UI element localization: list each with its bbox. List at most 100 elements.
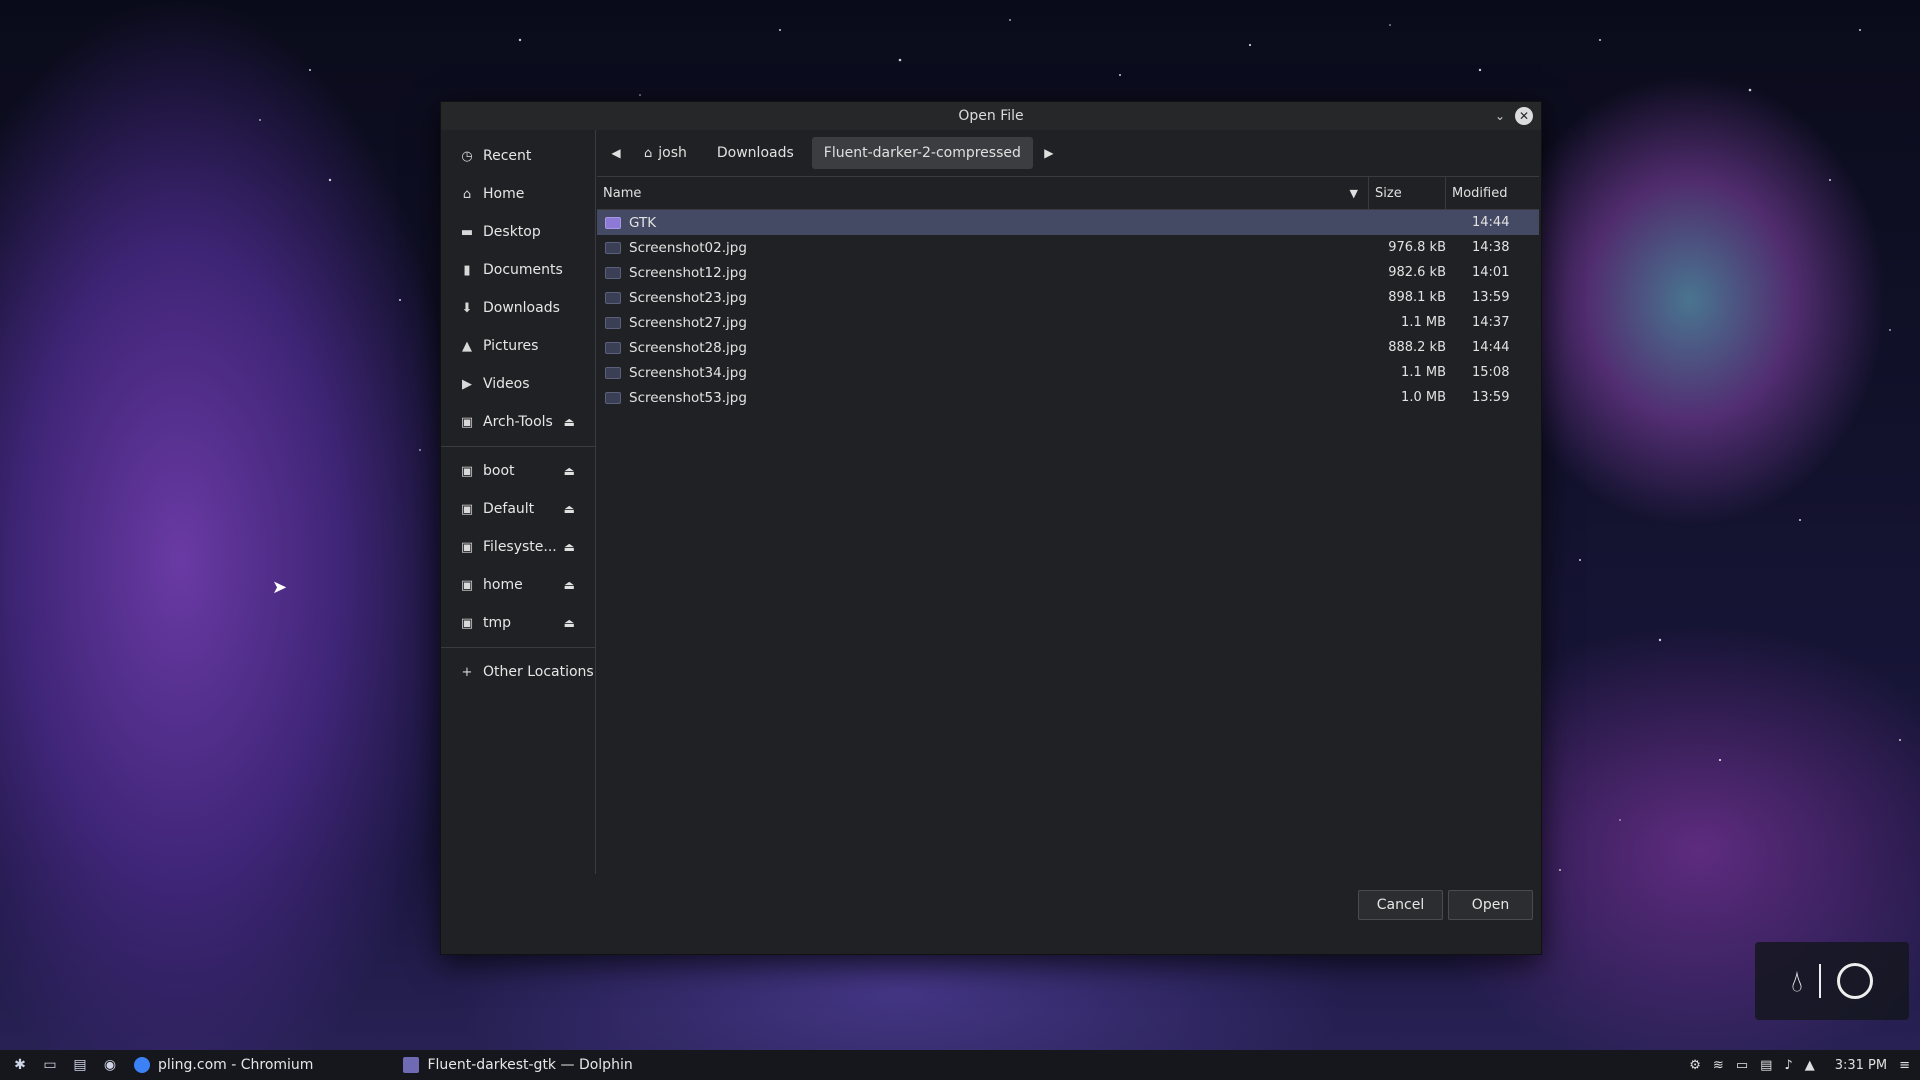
- eject-icon[interactable]: ⏏: [564, 540, 575, 554]
- sidebar-item-label: Documents: [483, 262, 563, 278]
- path-bar: ◀ ⌂ josh Downloads Fluent-darker-2-compre…: [596, 130, 1541, 176]
- close-button[interactable]: ✕: [1515, 107, 1533, 125]
- taskbar: ✱ ▭ ▤ ◉ pling.com - Chromium Fluent-dark…: [0, 1050, 1920, 1080]
- file-row[interactable]: Screenshot02.jpg 976.8 kB 14:38: [597, 235, 1539, 260]
- folder-icon: [605, 216, 621, 229]
- dolphin-icon: [403, 1057, 420, 1073]
- sidebar-item-documents[interactable]: ▮ Documents: [441, 251, 595, 289]
- file-size: 1.0 MB: [1401, 390, 1446, 405]
- sidebar-item-home[interactable]: ⌂ Home: [441, 175, 595, 213]
- file-name-cell: Screenshot27.jpg: [597, 315, 1369, 331]
- file-modified: 14:01: [1472, 265, 1510, 280]
- file-size: 976.8 kB: [1388, 240, 1446, 255]
- file-row[interactable]: Screenshot23.jpg 898.1 kB 13:59: [597, 285, 1539, 310]
- eject-icon[interactable]: ⏏: [564, 415, 575, 429]
- menu-icon[interactable]: ≡: [1899, 1058, 1910, 1073]
- crumb-current-folder[interactable]: Fluent-darker-2-compressed: [811, 137, 1033, 169]
- file-size: 1.1 MB: [1401, 365, 1446, 380]
- task-chromium[interactable]: pling.com - Chromium: [134, 1057, 313, 1073]
- file-row[interactable]: Screenshot28.jpg 888.2 kB 14:44: [597, 335, 1539, 360]
- sidebar-item-label: Default: [483, 501, 535, 517]
- places-sidebar: ◷ Recent ⌂ Home ▬ Desktop ▮ Documents ⬇ Downl…: [441, 130, 596, 874]
- browser-icon[interactable]: ◉: [100, 1055, 120, 1075]
- image-file-icon: [605, 241, 621, 254]
- file-manager-icon[interactable]: ▤: [70, 1055, 90, 1075]
- column-modified-header[interactable]: Modified: [1446, 177, 1507, 209]
- sidebar-item-home-mount[interactable]: ▣ home ⏏: [441, 566, 595, 604]
- sidebar-item-boot[interactable]: ▣ boot ⏏: [441, 452, 595, 490]
- file-modified: 14:37: [1472, 315, 1510, 330]
- sidebar-item-filesystem[interactable]: ▣ Filesyste... ⏏: [441, 528, 595, 566]
- video-icon: ▶: [462, 376, 472, 392]
- column-name-header[interactable]: Name ▼: [597, 177, 1369, 209]
- file-name-cell: GTK: [597, 215, 1369, 231]
- tray-expand-icon[interactable]: ▲: [1805, 1058, 1815, 1073]
- file-name: Screenshot12.jpg: [629, 264, 747, 281]
- file-name: Screenshot23.jpg: [629, 289, 747, 306]
- cancel-button[interactable]: Cancel: [1358, 890, 1443, 920]
- file-row[interactable]: Screenshot34.jpg 1.1 MB 15:08: [597, 360, 1539, 385]
- file-row[interactable]: GTK 14:44: [597, 210, 1539, 235]
- file-row[interactable]: Screenshot12.jpg 982.6 kB 14:01: [597, 260, 1539, 285]
- clock[interactable]: 3:31 PM: [1835, 1058, 1887, 1073]
- sidebar-item-arch-tools[interactable]: ▣ Arch-Tools ⏏: [441, 403, 595, 441]
- file-name-cell: Screenshot02.jpg: [597, 240, 1369, 256]
- sidebar-item-other-locations[interactable]: + Other Locations: [441, 653, 595, 691]
- crumb-downloads[interactable]: Downloads: [705, 137, 806, 169]
- file-modified: 14:38: [1472, 240, 1510, 255]
- drive-icon: ▣: [460, 577, 474, 593]
- sidebar-item-label: Other Locations: [483, 664, 594, 680]
- sidebar-item-label: boot: [483, 463, 515, 479]
- file-name: Screenshot27.jpg: [629, 314, 747, 331]
- file-size: 982.6 kB: [1388, 265, 1446, 280]
- desktop-widget[interactable]: 💧︎: [1755, 942, 1909, 1020]
- sidebar-item-videos[interactable]: ▶ Videos: [441, 365, 595, 403]
- sidebar-item-downloads[interactable]: ⬇ Downloads: [441, 289, 595, 327]
- file-row[interactable]: Screenshot53.jpg 1.0 MB 13:59: [597, 385, 1539, 410]
- home-icon: ⌂: [644, 145, 653, 161]
- sidebar-item-tmp[interactable]: ▣ tmp ⏏: [441, 604, 595, 642]
- sidebar-item-pictures[interactable]: ▲ Pictures: [441, 327, 595, 365]
- file-name-cell: Screenshot12.jpg: [597, 265, 1369, 281]
- download-icon: ⬇: [461, 300, 473, 316]
- sidebar-item-default[interactable]: ▣ Default ⏏: [441, 490, 595, 528]
- terminal-icon[interactable]: ▭: [40, 1055, 60, 1075]
- path-back-arrow-icon[interactable]: ◀: [606, 146, 626, 160]
- file-size: 898.1 kB: [1388, 290, 1446, 305]
- volume-icon[interactable]: ♪: [1784, 1058, 1792, 1073]
- eject-icon[interactable]: ⏏: [564, 578, 575, 592]
- sidebar-item-recent[interactable]: ◷ Recent: [441, 137, 595, 175]
- file-name-cell: Screenshot53.jpg: [597, 390, 1369, 406]
- file-name: Screenshot53.jpg: [629, 389, 747, 406]
- crumb-josh[interactable]: ⌂ josh: [632, 137, 699, 169]
- battery-icon[interactable]: ▭: [1736, 1058, 1748, 1073]
- drop-icon: 💧︎: [1791, 963, 1803, 999]
- image-file-icon: [605, 341, 621, 354]
- eject-icon[interactable]: ⏏: [564, 502, 575, 516]
- wifi-icon[interactable]: ≋: [1713, 1058, 1724, 1073]
- file-row[interactable]: Screenshot27.jpg 1.1 MB 14:37: [597, 310, 1539, 335]
- file-name-cell: Screenshot23.jpg: [597, 290, 1369, 306]
- sidebar-separator: [441, 446, 595, 447]
- drive-icon: ▣: [460, 463, 474, 479]
- clipboard-icon[interactable]: ▤: [1760, 1058, 1772, 1073]
- dialog-titlebar[interactable]: Open File ⌄ ✕: [441, 102, 1541, 130]
- open-file-dialog: Open File ⌄ ✕ ◷ Recent ⌂ Home ▬ Desktop ▮ Do…: [440, 101, 1542, 955]
- eject-icon[interactable]: ⏏: [564, 616, 575, 630]
- task-dolphin[interactable]: Fluent-darkest-gtk — Dolphin: [403, 1057, 633, 1073]
- column-size-header[interactable]: Size: [1369, 177, 1446, 209]
- drive-icon: ▣: [460, 615, 474, 631]
- minimize-button[interactable]: ⌄: [1491, 107, 1509, 125]
- sidebar-item-label: Home: [483, 186, 525, 202]
- sidebar-item-label: Filesyste...: [483, 539, 557, 555]
- crumb-label: josh: [658, 145, 687, 161]
- app-launcher-icon[interactable]: ✱: [10, 1055, 30, 1075]
- file-modified: 15:08: [1472, 365, 1510, 380]
- drive-icon: ▣: [460, 414, 474, 430]
- open-button[interactable]: Open: [1448, 890, 1533, 920]
- settings-icon[interactable]: ⚙: [1689, 1058, 1701, 1073]
- eject-icon[interactable]: ⏏: [564, 464, 575, 478]
- file-name-cell: Screenshot28.jpg: [597, 340, 1369, 356]
- path-forward-arrow-icon[interactable]: ▶: [1039, 146, 1059, 160]
- sidebar-item-desktop[interactable]: ▬ Desktop: [441, 213, 595, 251]
